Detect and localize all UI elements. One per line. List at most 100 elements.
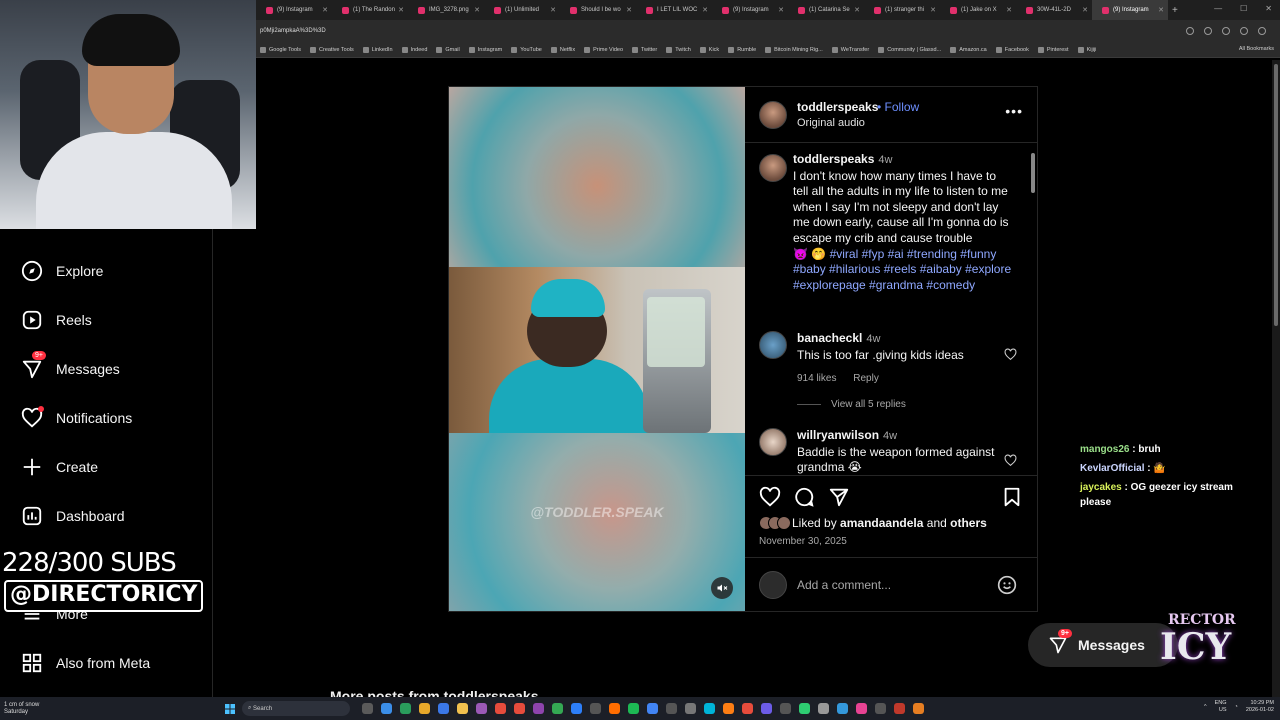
taskbar-app-icon[interactable] xyxy=(856,703,867,714)
minimize-icon[interactable]: — xyxy=(1214,4,1222,13)
browser-tab[interactable]: 30W-41L-2D ✕ xyxy=(1016,0,1092,20)
taskbar-app-icon[interactable] xyxy=(780,703,791,714)
caption-username[interactable]: toddlerspeaks xyxy=(793,152,874,166)
liked-by-user[interactable]: amandaandela xyxy=(840,516,923,530)
clock[interactable]: 10:29 PM 2026-01-02 xyxy=(1246,700,1274,714)
nav-create[interactable]: Create xyxy=(20,455,98,479)
taskbar-app-icon[interactable] xyxy=(723,703,734,714)
original-audio-link[interactable]: Original audio xyxy=(797,117,865,129)
comment-like-heart-icon[interactable] xyxy=(1004,348,1017,361)
language-indicator[interactable]: ENG US xyxy=(1215,700,1227,714)
taskbar-app-icon[interactable] xyxy=(875,703,886,714)
taskbar-app-icon[interactable] xyxy=(476,703,487,714)
taskbar-app-icon[interactable] xyxy=(381,703,392,714)
taskbar-app-icon[interactable] xyxy=(704,703,715,714)
tab-close-icon[interactable]: ✕ xyxy=(550,6,556,14)
view-replies-button[interactable]: View all 5 replies xyxy=(797,399,906,410)
profile-icon[interactable] xyxy=(1240,27,1248,35)
tab-close-icon[interactable]: ✕ xyxy=(702,6,708,14)
taskbar-app-icon[interactable] xyxy=(400,703,411,714)
all-bookmarks[interactable]: All Bookmarks xyxy=(1239,46,1274,52)
comment-username[interactable]: willryanwilson xyxy=(797,428,879,442)
page-scroll-thumb[interactable] xyxy=(1274,64,1278,326)
new-tab-button[interactable]: + xyxy=(1172,5,1178,16)
bookmark-item[interactable]: Instagram xyxy=(468,46,502,53)
bookmark-item[interactable]: YouTube xyxy=(511,46,542,53)
nav-also-from-meta[interactable]: Also from Meta xyxy=(20,651,150,675)
bookmark-item[interactable]: Pinterest xyxy=(1037,46,1069,53)
browser-tab[interactable]: (1) The Randon ✕ xyxy=(332,0,408,20)
taskbar-app-icon[interactable] xyxy=(419,703,430,714)
comment-avatar[interactable] xyxy=(759,331,787,359)
like-heart-icon[interactable] xyxy=(759,486,781,508)
address-bar[interactable]: p0Mji2ampkaA%3D%3D xyxy=(256,20,1280,42)
bookmark-item[interactable]: Gmail xyxy=(436,46,460,53)
taskbar-app-icon[interactable] xyxy=(552,703,563,714)
browser-tab[interactable]: (9) Instagram ✕ xyxy=(712,0,788,20)
taskbar-app-icon[interactable] xyxy=(837,703,848,714)
liked-by-others[interactable]: others xyxy=(950,516,987,530)
bookmark-item[interactable]: Twitter xyxy=(632,46,657,53)
wifi-icon[interactable]: ◔ xyxy=(1235,704,1238,711)
taskbar-app-icon[interactable] xyxy=(571,703,582,714)
extension-icon[interactable] xyxy=(1186,27,1194,35)
menu-icon[interactable] xyxy=(1258,27,1266,35)
nav-messages[interactable]: 9+ Messages xyxy=(20,351,120,381)
tab-close-icon[interactable]: ✕ xyxy=(474,6,480,14)
bookmark-item[interactable]: Community | Glassd... xyxy=(878,46,941,53)
comment-username[interactable]: banacheckl xyxy=(797,331,862,345)
nav-notifications[interactable]: Notifications xyxy=(20,406,132,430)
bookmark-item[interactable]: Twitch xyxy=(666,46,691,53)
comments-scrollbar[interactable] xyxy=(1031,147,1035,472)
taskbar-app-icon[interactable] xyxy=(362,703,373,714)
tab-close-icon[interactable]: ✕ xyxy=(322,6,328,14)
bookmark-icon[interactable] xyxy=(1001,486,1023,508)
windows-start-icon[interactable] xyxy=(224,703,236,715)
browser-tab[interactable]: (9) Instagram ✕ xyxy=(1092,0,1168,20)
browser-tab[interactable]: I LET LIL WOC ✕ xyxy=(636,0,712,20)
taskbar-app-icon[interactable] xyxy=(514,703,525,714)
bookmark-item[interactable]: Facebook xyxy=(995,46,1029,53)
tab-close-icon[interactable]: ✕ xyxy=(1082,6,1088,14)
tab-close-icon[interactable]: ✕ xyxy=(1158,6,1164,14)
author-username[interactable]: toddlerspeaks xyxy=(797,100,878,114)
weather-widget[interactable]: 1 cm of snow Saturday xyxy=(0,702,120,716)
bookmark-item[interactable]: LinkedIn xyxy=(362,46,393,53)
taskbar-app-icon[interactable] xyxy=(913,703,924,714)
post-video[interactable]: @TODDLER.SPEAK xyxy=(449,87,745,611)
nav-explore[interactable]: Explore xyxy=(20,259,103,283)
bookmark-item[interactable]: WeTransfer xyxy=(831,46,869,53)
share-icon[interactable] xyxy=(828,486,850,508)
bookmark-item[interactable]: Netflix xyxy=(550,46,575,53)
post-date[interactable]: November 30, 2025 xyxy=(759,536,847,547)
taskbar-app-icon[interactable] xyxy=(533,703,544,714)
bookmark-item[interactable]: Rumble xyxy=(728,46,756,53)
url-text[interactable]: p0Mji2ampkaA%3D%3D xyxy=(260,28,1186,34)
browser-tab[interactable]: (1) stranger thi ✕ xyxy=(864,0,940,20)
nav-reels[interactable]: Reels xyxy=(20,308,92,332)
taskbar-app-icon[interactable] xyxy=(685,703,696,714)
bookmark-item[interactable]: Prime Video xyxy=(584,46,623,53)
nav-dashboard[interactable]: Dashboard xyxy=(20,504,125,528)
tab-close-icon[interactable]: ✕ xyxy=(398,6,404,14)
comment-input[interactable]: Add a comment... xyxy=(797,578,891,592)
taskbar-app-icon[interactable] xyxy=(495,703,506,714)
comment-avatar[interactable] xyxy=(759,428,787,456)
liked-by-avatars[interactable] xyxy=(759,516,791,530)
caption-hashtags[interactable]: #viral #fyp #ai #trending #funny #baby #… xyxy=(793,247,1011,292)
browser-tab[interactable]: (1) Catarina Se ✕ xyxy=(788,0,864,20)
taskbar-app-icon[interactable] xyxy=(609,703,620,714)
bookmark-item[interactable]: Kijiji xyxy=(1077,46,1096,53)
comment-reply-button[interactable]: Reply xyxy=(853,373,879,384)
tab-close-icon[interactable]: ✕ xyxy=(854,6,860,14)
page-scrollbar[interactable] xyxy=(1272,60,1280,697)
comments-scroll-thumb[interactable] xyxy=(1031,153,1035,193)
browser-tab[interactable]: (1) Unlimited ✕ xyxy=(484,0,560,20)
tab-close-icon[interactable]: ✕ xyxy=(930,6,936,14)
bookmark-item[interactable]: Kick xyxy=(699,46,719,53)
bookmark-item[interactable]: Google Tools xyxy=(260,46,301,53)
caption-avatar[interactable] xyxy=(759,154,787,182)
bookmark-item[interactable]: Indeed xyxy=(401,46,427,53)
tab-close-icon[interactable]: ✕ xyxy=(626,6,632,14)
taskbar-app-icon[interactable] xyxy=(647,703,658,714)
